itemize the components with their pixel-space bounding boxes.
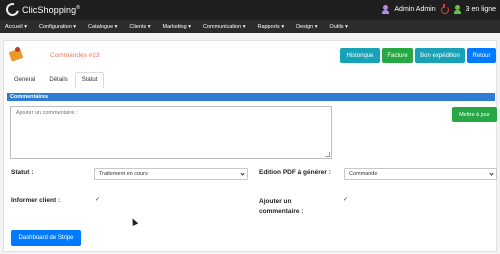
- add-comment-label: Ajouter un commentaire :: [259, 198, 304, 215]
- order-header: Commandes #23 Historique Facture Bon exp…: [4, 44, 496, 66]
- notify-checkbox[interactable]: ✓: [94, 197, 101, 204]
- logo-icon: [3, 0, 22, 19]
- menu-communication[interactable]: Communication ▾: [203, 24, 246, 30]
- online-count[interactable]: 3 en ligne: [466, 6, 496, 13]
- menu-rapports[interactable]: Rapports ▾: [257, 24, 284, 30]
- menu-configuration[interactable]: Configuration ▾: [39, 24, 76, 30]
- status-selected: Traitement en cours: [99, 171, 148, 177]
- menu-accueil[interactable]: Accueil ▾: [5, 24, 27, 30]
- update-button[interactable]: Mettre à jour: [452, 107, 497, 122]
- page-title: Commandes #23: [50, 52, 100, 59]
- tab-statut[interactable]: Statut: [74, 72, 105, 88]
- notify-label: Informer client :: [11, 197, 61, 204]
- user-icon: [382, 5, 390, 14]
- order-panel: Commandes #23 Historique Facture Bon exp…: [3, 40, 497, 252]
- status-select[interactable]: Traitement en cours: [94, 168, 248, 180]
- menu-clients[interactable]: Clients ▾: [129, 24, 150, 30]
- top-header: ClicShopping® Admin Admin 3 en ligne: [0, 0, 500, 20]
- section-title: Commentaires: [7, 93, 495, 101]
- history-button[interactable]: Historique: [340, 48, 380, 63]
- menu-outils[interactable]: Outils ▾: [330, 24, 348, 30]
- online-users-icon: [453, 5, 461, 14]
- app-logo[interactable]: ClicShopping®: [3, 0, 81, 19]
- pdf-select[interactable]: Commande: [344, 168, 497, 180]
- comment-textarea[interactable]: [10, 106, 332, 159]
- shipping-slip-button[interactable]: Bon expédition: [415, 48, 465, 63]
- status-label: Statut :: [11, 169, 34, 176]
- tab-general[interactable]: General: [7, 72, 42, 88]
- menu-marketing[interactable]: Marketing ▾: [163, 24, 191, 30]
- add-comment-checkbox[interactable]: ✓: [342, 197, 349, 204]
- user-name[interactable]: Admin Admin: [394, 6, 435, 13]
- back-button[interactable]: Retour: [467, 48, 496, 63]
- invoice-button[interactable]: Facture: [382, 48, 413, 63]
- main-menu: Accueil ▾ Configuration ▾ Catalogue ▾ Cl…: [0, 20, 500, 33]
- app-name: ClicShopping®: [22, 4, 81, 15]
- chevron-down-icon: [489, 171, 494, 176]
- menu-catalogue[interactable]: Catalogue ▾: [88, 24, 117, 30]
- pdf-label: Edition PDF à générer :: [259, 169, 331, 176]
- chevron-down-icon: [240, 171, 245, 176]
- tab-bar: General Détails Statut: [7, 72, 105, 88]
- resize-handle-icon[interactable]: [325, 152, 330, 157]
- stripe-dashboard-button[interactable]: Dashboard de Stripe: [11, 230, 81, 246]
- tab-details[interactable]: Détails: [42, 72, 74, 88]
- user-area: Admin Admin 3 en ligne: [382, 3, 496, 14]
- logout-icon[interactable]: [440, 3, 449, 14]
- pdf-selected: Commande: [349, 171, 378, 177]
- menu-design[interactable]: Design ▾: [296, 24, 317, 30]
- orders-icon: [8, 47, 24, 62]
